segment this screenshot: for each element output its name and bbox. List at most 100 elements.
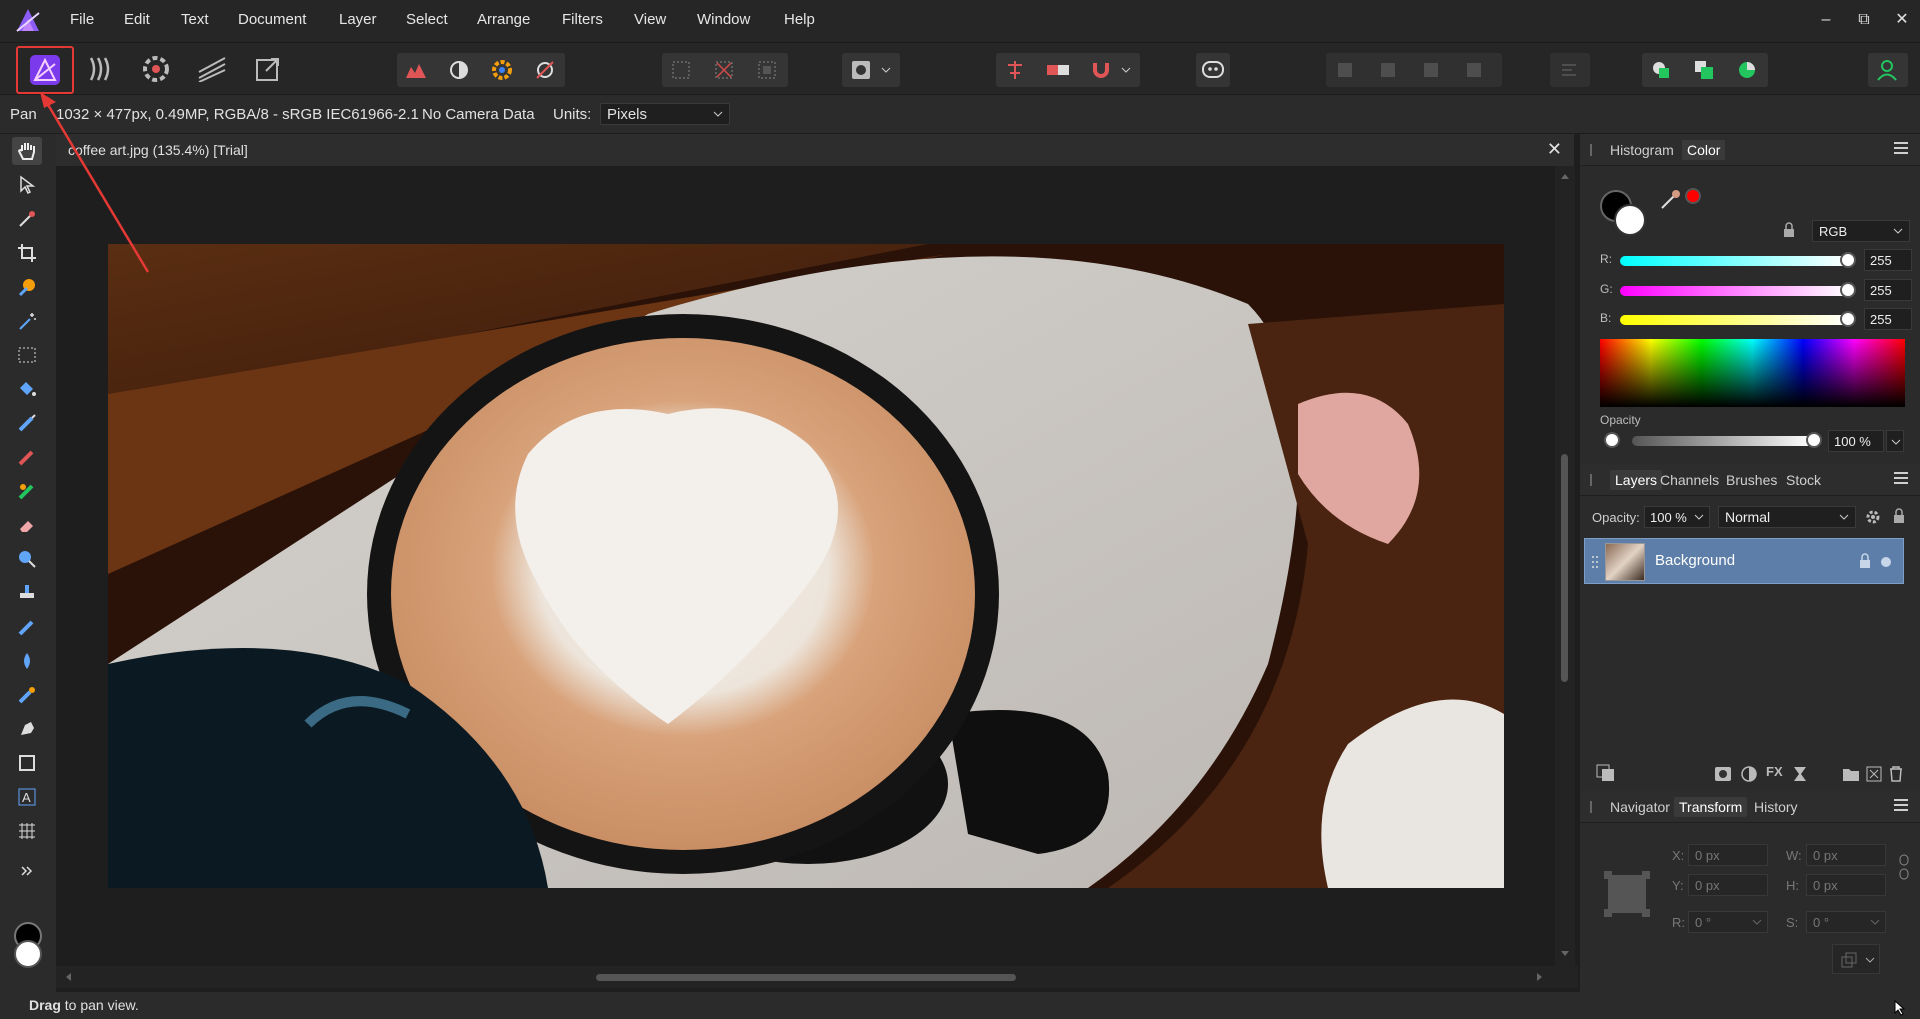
opacity-slider-knob[interactable]: [1806, 432, 1822, 448]
live-filter-icon[interactable]: [1792, 766, 1808, 782]
layer-row[interactable]: Background: [1584, 538, 1904, 584]
stroke-color-well[interactable]: [1614, 204, 1646, 236]
red-value-field[interactable]: 255: [1864, 249, 1912, 271]
tab-navigator[interactable]: Navigator: [1610, 799, 1670, 815]
pen-tool[interactable]: [12, 715, 42, 743]
color-model-dropdown[interactable]: RGB: [1812, 220, 1910, 242]
opacity-value-field[interactable]: 100 %: [1828, 430, 1884, 452]
menu-window[interactable]: Window: [697, 11, 750, 28]
layer-opacity-field[interactable]: 100 %: [1644, 506, 1710, 528]
blue-value-field[interactable]: 255: [1864, 308, 1912, 330]
mode-button-2[interactable]: [1689, 55, 1719, 85]
layer-effects-icon[interactable]: [1596, 764, 1616, 782]
opacity-dropdown[interactable]: [1886, 430, 1904, 452]
panel-menu-icon[interactable]: [1894, 799, 1908, 814]
text-tool[interactable]: A: [12, 783, 42, 811]
export-persona-button[interactable]: [248, 49, 288, 89]
menu-document[interactable]: Document: [238, 11, 306, 28]
opacity-slider[interactable]: [1632, 436, 1812, 446]
selection-brush-tool[interactable]: [12, 273, 42, 301]
force-pixel-alignment-button[interactable]: [1043, 55, 1073, 85]
units-dropdown[interactable]: Pixels: [600, 103, 730, 125]
menu-help[interactable]: Help: [784, 11, 815, 28]
erase-brush-tool[interactable]: [12, 511, 42, 539]
color-replacement-tool[interactable]: [12, 477, 42, 505]
paint-mixer-brush-tool[interactable]: [12, 443, 42, 471]
alignment-button[interactable]: [1000, 55, 1030, 85]
move-forward-one-button[interactable]: [1416, 55, 1446, 85]
color-picker-icon[interactable]: [1660, 188, 1682, 210]
snapping-button[interactable]: [1086, 55, 1116, 85]
invert-selection-button[interactable]: [752, 55, 782, 85]
rotation-field[interactable]: 0 °: [1688, 911, 1768, 933]
move-back-one-button[interactable]: [1373, 55, 1403, 85]
dodge-burn-tool[interactable]: [12, 545, 42, 573]
panel-grip[interactable]: [1590, 474, 1592, 486]
quick-mask-dropdown[interactable]: [876, 55, 896, 85]
red-slider[interactable]: [1620, 256, 1848, 266]
canvas-area[interactable]: [56, 166, 1578, 966]
blue-slider[interactable]: [1620, 315, 1848, 325]
add-pixel-layer-icon[interactable]: [1866, 766, 1882, 782]
menu-view[interactable]: View: [634, 11, 666, 28]
drag-handle-icon[interactable]: [1591, 555, 1599, 569]
mesh-warp-tool[interactable]: [12, 817, 42, 845]
auto-colors-button[interactable]: [487, 55, 517, 85]
panel-menu-icon[interactable]: [1894, 142, 1908, 157]
shear-field[interactable]: 0 °: [1806, 911, 1886, 933]
menu-edit[interactable]: Edit: [124, 11, 150, 28]
anchor-selector-icon[interactable]: [1602, 869, 1652, 919]
select-all-button[interactable]: [666, 55, 696, 85]
tab-history[interactable]: History: [1754, 799, 1798, 815]
photo-persona-button[interactable]: [16, 46, 74, 94]
minimize-button[interactable]: –: [1814, 8, 1838, 32]
green-value-field[interactable]: 255: [1864, 279, 1912, 301]
tab-transform[interactable]: Transform: [1674, 797, 1748, 817]
smudge-tool[interactable]: [12, 681, 42, 709]
horizontal-scroll-thumb[interactable]: [596, 974, 1016, 981]
trash-icon[interactable]: [1888, 766, 1904, 782]
tab-brushes[interactable]: Brushes: [1726, 472, 1777, 488]
tab-stock[interactable]: Stock: [1786, 472, 1821, 488]
healing-brush-tool[interactable]: [12, 613, 42, 641]
green-slider[interactable]: [1620, 286, 1848, 296]
restore-button[interactable]: ⧉: [1852, 8, 1876, 32]
gear-icon[interactable]: [1864, 508, 1882, 526]
flood-select-tool[interactable]: [12, 307, 42, 335]
color-picker-tool[interactable]: [12, 205, 42, 233]
move-tool[interactable]: [12, 171, 42, 199]
h-field[interactable]: 0 px: [1806, 874, 1886, 896]
color-spectrum[interactable]: [1600, 339, 1905, 407]
close-window-button[interactable]: ✕: [1890, 8, 1914, 32]
flood-fill-tool[interactable]: [12, 375, 42, 403]
document-image[interactable]: [108, 244, 1504, 888]
crop-tool[interactable]: [12, 239, 42, 267]
develop-persona-button[interactable]: [136, 49, 176, 89]
quick-mask-button[interactable]: [846, 55, 876, 85]
fx-icon[interactable]: FX: [1766, 764, 1783, 779]
lock-icon[interactable]: [1782, 222, 1796, 238]
menu-text[interactable]: Text: [181, 11, 209, 28]
adjustment-icon[interactable]: [1740, 766, 1758, 782]
move-to-back-button[interactable]: [1330, 55, 1360, 85]
lock-icon[interactable]: [1892, 508, 1906, 524]
tone-mapping-persona-button[interactable]: [192, 49, 232, 89]
color-wells[interactable]: [1600, 190, 1650, 240]
document-tab[interactable]: coffee art.jpg (135.4%) [Trial] ✕: [56, 134, 1574, 166]
blur-brush-tool[interactable]: [12, 647, 42, 675]
menu-filters[interactable]: Filters: [562, 11, 603, 28]
blend-mode-dropdown[interactable]: Normal: [1718, 506, 1856, 528]
transform-origin-button[interactable]: [1832, 944, 1880, 974]
align-button[interactable]: [1554, 55, 1584, 85]
tab-histogram[interactable]: Histogram: [1610, 142, 1674, 158]
menu-select[interactable]: Select: [406, 11, 448, 28]
more-tools-button[interactable]: [12, 857, 42, 885]
layer-lock-icon[interactable]: [1859, 553, 1871, 569]
secondary-color-swatch[interactable]: [14, 940, 42, 968]
rectangle-tool[interactable]: [12, 749, 42, 777]
green-slider-knob[interactable]: [1840, 282, 1856, 298]
picked-color-swatch[interactable]: [1685, 188, 1701, 204]
layer-visibility-icon[interactable]: [1881, 557, 1891, 567]
paint-brush-tool[interactable]: [12, 409, 42, 437]
horizontal-scrollbar[interactable]: [56, 966, 1578, 988]
